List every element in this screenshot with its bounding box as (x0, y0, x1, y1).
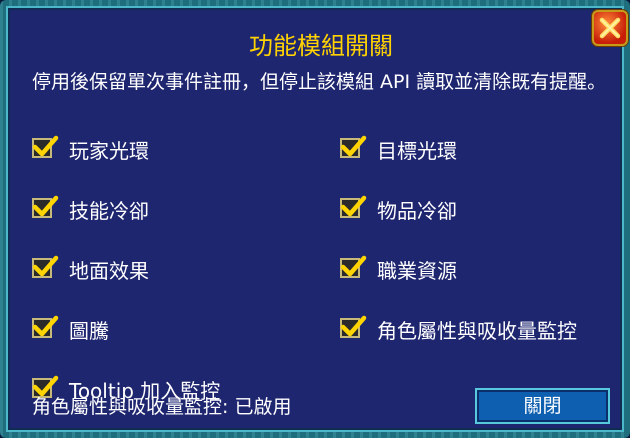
dialog-title: 功能模組開關 (249, 32, 393, 60)
checkbox-box[interactable] (340, 315, 367, 338)
status-text: 角色屬性與吸收量監控: 已啟用 (32, 396, 292, 418)
close-dialog-button[interactable]: 關閉 (475, 388, 610, 424)
dialog-description: 停用後保留單次事件註冊，但停止該模組 API 讀取並清除既有提醒。 (32, 71, 607, 93)
checkbox-box[interactable] (32, 315, 59, 338)
checkmark-icon (32, 315, 59, 337)
checkbox-box[interactable] (32, 135, 59, 158)
checkbox-box[interactable] (340, 195, 367, 218)
checkmark-icon (32, 135, 59, 157)
close-icon (599, 17, 621, 39)
checkbox-label: 職業資源 (377, 259, 457, 283)
checkmark-icon (340, 195, 367, 217)
checkbox-label: 目標光環 (377, 139, 457, 163)
close-button[interactable] (592, 10, 628, 46)
checkbox-label: 物品冷卻 (377, 199, 457, 223)
checkbox-label: 技能冷卻 (69, 199, 149, 223)
checkmark-icon (340, 255, 367, 277)
checkbox-box[interactable] (32, 255, 59, 278)
checkbox-box[interactable] (32, 195, 59, 218)
checkmark-icon (340, 135, 367, 157)
checkbox-label: 圖騰 (69, 319, 109, 343)
feature-toggle-dialog: 功能模組開關 停用後保留單次事件註冊，但停止該模組 API 讀取並清除既有提醒。… (0, 0, 630, 438)
checkmark-icon (32, 255, 59, 277)
checkbox-label: 地面效果 (69, 259, 149, 283)
checkmark-icon (32, 195, 59, 217)
checkbox-label: 角色屬性與吸收量監控 (377, 319, 577, 343)
checkbox-box[interactable] (340, 255, 367, 278)
checkbox-label: 玩家光環 (69, 139, 149, 163)
checkbox-box[interactable] (340, 135, 367, 158)
checkmark-icon (340, 315, 367, 337)
